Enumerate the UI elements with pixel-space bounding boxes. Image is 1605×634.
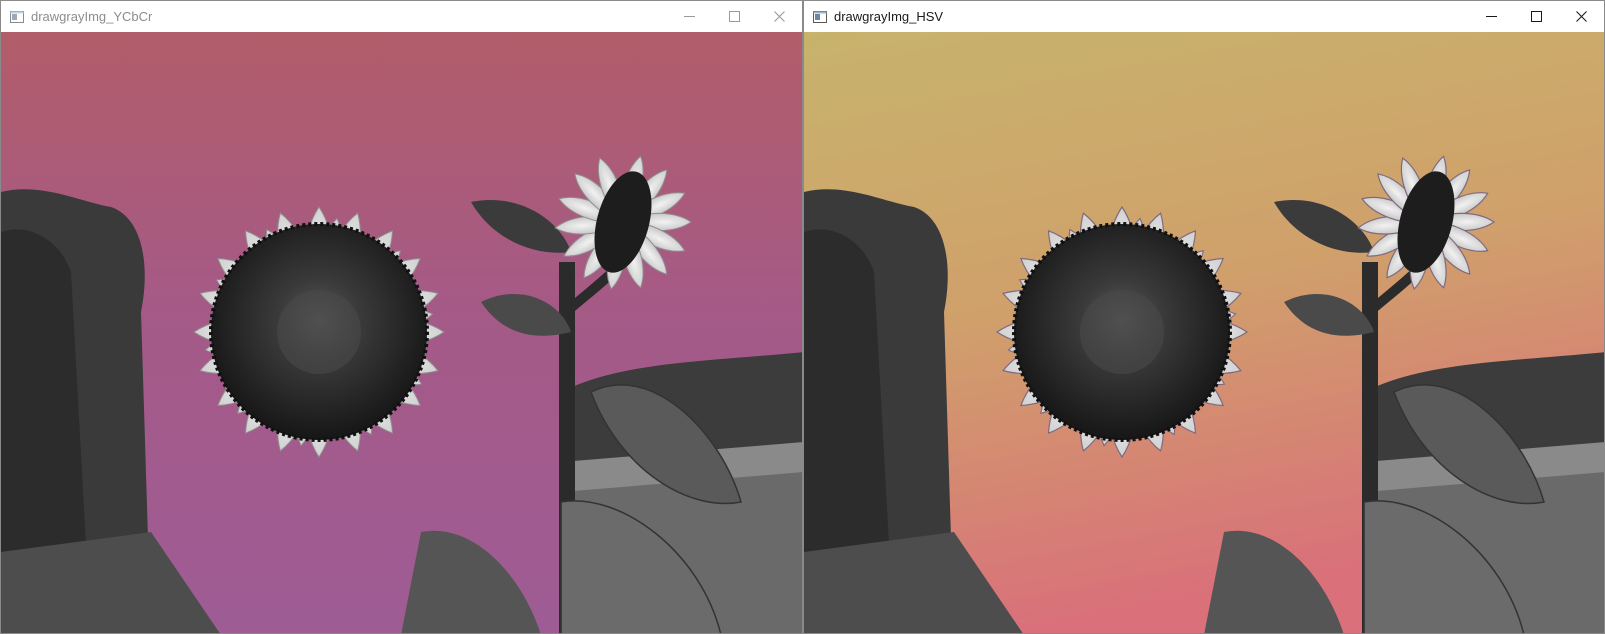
close-button[interactable] — [757, 1, 802, 32]
close-button[interactable] — [1559, 1, 1604, 32]
window-controls — [667, 1, 802, 32]
window-ycbcr[interactable]: drawgrayImg_YCbCr — [0, 0, 803, 634]
app-window-icon — [10, 10, 24, 23]
minimize-icon — [1486, 16, 1497, 17]
minimize-icon — [684, 16, 695, 17]
maximize-icon — [1531, 11, 1542, 22]
app-window-icon — [813, 10, 827, 23]
maximize-icon — [729, 11, 740, 22]
sunflower-image-ycbcr — [1, 32, 802, 633]
desktop: drawgrayImg_YCbCr drawgrayImg_HSV — [0, 0, 1605, 634]
window-title: drawgrayImg_HSV — [834, 9, 944, 24]
close-icon — [1576, 11, 1587, 22]
window-title: drawgrayImg_YCbCr — [31, 9, 153, 24]
window-hsv[interactable]: drawgrayImg_HSV — [803, 0, 1605, 634]
minimize-button[interactable] — [1469, 1, 1514, 32]
sunflower-image-hsv — [804, 32, 1604, 633]
image-canvas — [804, 32, 1604, 633]
title-bar[interactable]: drawgrayImg_YCbCr — [1, 1, 802, 32]
minimize-button[interactable] — [667, 1, 712, 32]
maximize-button[interactable] — [1514, 1, 1559, 32]
image-canvas — [1, 32, 802, 633]
maximize-button[interactable] — [712, 1, 757, 32]
close-icon — [774, 11, 785, 22]
title-bar[interactable]: drawgrayImg_HSV — [804, 1, 1604, 32]
window-controls — [1469, 1, 1604, 32]
